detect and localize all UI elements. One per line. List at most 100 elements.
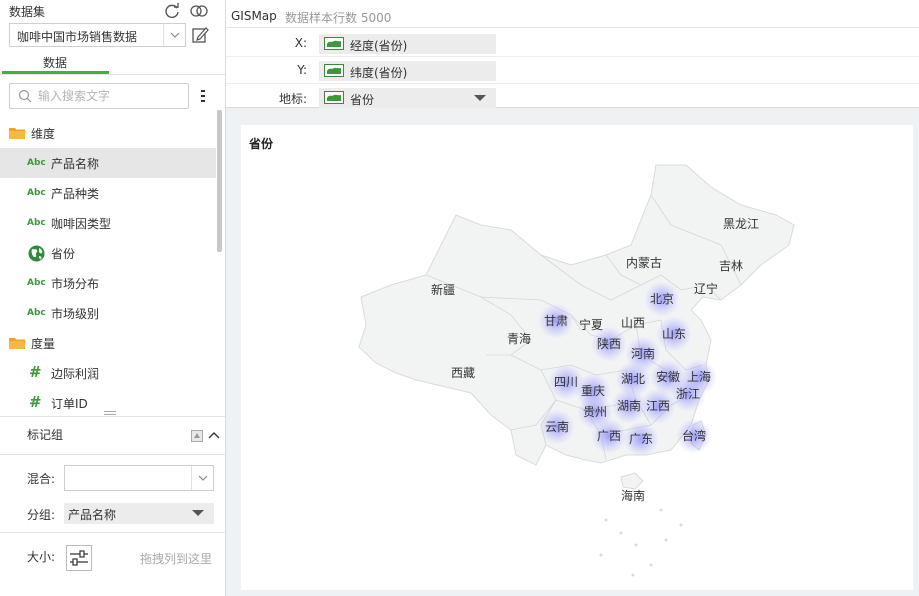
chart-config-bar: GISMap 数据样本行数 5000 X: 经度(省份) Y: 纬度(省份) 地… [226,0,919,108]
caret-down-icon [192,510,204,516]
province-label: 台湾 [682,428,706,443]
dataset-header: 数据集 [9,2,214,20]
number-type-icon: # [29,393,42,410]
divider [0,416,225,417]
field-list: 维度 Abc 产品名称 Abc 产品种类 Abc 咖啡因类型 省份 Abc 市场… [0,118,216,410]
province-label: 山西 [621,316,645,330]
province-label: 四川 [554,375,578,389]
size-label: 大小: [27,550,56,564]
group-by-select[interactable]: 产品名称 [64,503,214,524]
province-label: 江西 [646,399,670,413]
text-type-icon: Abc [27,218,46,228]
divider [0,532,225,533]
field-label: 产品名称 [51,157,100,171]
province-label: 辽宁 [694,281,718,296]
chevron-down-icon [198,475,208,481]
field-item[interactable]: 省份 [0,238,216,268]
size-button[interactable] [66,545,92,571]
group-dimensions[interactable]: 维度 [0,118,216,148]
province-label: 新疆 [431,282,455,297]
group-measures[interactable]: 度量 [0,328,216,358]
field-item[interactable]: Abc 市场分布 [0,268,216,298]
field-item[interactable]: Abc 产品名称 [0,148,216,178]
y-axis-value: 纬度(省份) [350,66,408,80]
province-label: 北京 [650,292,674,306]
divider [0,454,225,455]
marks-title: 标记组 [27,428,64,442]
map-title: 省份 [249,137,274,151]
globe-icon [28,245,45,262]
south-sea-islands [599,508,683,577]
province-label: 西藏 [451,366,475,380]
more-options-icon[interactable] [199,88,207,104]
divider [0,74,225,75]
map-card: 黑龙江 吉林 内蒙古 辽宁 新疆 北京 甘肃 宁夏 山西 山东 青海 陕西 河南 西藏 四川 湖北 安徽 上海 重庆… [241,125,913,590]
chart-panel: GISMap 数据样本行数 5000 X: 经度(省份) Y: 纬度(省份) 地… [226,0,919,596]
province-label: 广西 [597,429,621,443]
x-axis-pill[interactable]: 经度(省份) [319,34,496,54]
y-axis-row: Y: 纬度(省份) [226,56,919,83]
mix-label: 混合: [27,472,56,486]
province-label: 重庆 [581,384,605,398]
geo-row: 地标: 省份 [226,83,919,110]
province-label: 河南 [631,346,655,361]
chart-type-label: GISMap [231,9,277,23]
text-type-icon: Abc [27,158,46,168]
field-item[interactable]: Abc 产品种类 [0,178,216,208]
chevron-down-icon [170,32,180,38]
field-item[interactable]: # 订单ID [0,388,216,410]
province-label: 陕西 [597,336,621,351]
edit-dataset-icon[interactable] [191,26,209,44]
province-label: 甘肃 [544,314,568,328]
marks-settings-icon[interactable] [191,430,203,442]
group-label: 维度 [31,127,56,141]
search-input[interactable] [38,87,183,105]
divider [226,27,919,28]
search-icon [18,89,32,103]
china-map[interactable]: 黑龙江吉林 内蒙古辽宁 新疆北京甘肃 宁夏 山西山东 青海 陕西河南西藏四川 湖北 安徽 上海重庆… [241,125,913,590]
field-label: 订单ID [51,397,88,410]
geo-pill[interactable]: 省份 [319,88,496,108]
y-axis-label: Y: [297,63,307,77]
text-type-icon: Abc [27,188,46,198]
text-type-icon: Abc [27,278,46,288]
field-label: 市场级别 [51,307,100,321]
y-axis-pill[interactable]: 纬度(省份) [319,61,496,81]
folder-icon [9,338,26,349]
link-dataset-icon[interactable] [190,2,208,20]
province-label: 云南 [545,419,569,434]
chevron-up-icon[interactable] [208,430,220,442]
map-island-hainan [620,472,644,490]
resize-handle[interactable] [104,411,116,415]
text-type-icon: Abc [27,308,46,318]
map-type-icon [324,64,344,77]
geo-label: 地标: [278,92,307,106]
field-label: 边际利润 [51,367,100,381]
mix-select[interactable] [64,465,214,491]
field-item[interactable]: Abc 市场级别 [0,298,216,328]
scrollbar[interactable] [217,110,222,252]
sliders-icon [70,550,88,566]
field-label: 省份 [51,247,76,261]
group-by-value: 产品名称 [68,508,117,522]
dataset-select[interactable]: 咖啡中国市场销售数据 [9,23,186,47]
field-label: 市场分布 [51,277,100,291]
dataset-select-value: 咖啡中国市场销售数据 [17,30,138,44]
field-item[interactable]: # 边际利润 [0,358,216,388]
province-label: 宁夏 [579,317,603,332]
province-label: 广东 [629,432,653,446]
dataset-title: 数据集 [9,5,46,19]
x-axis-row: X: 经度(省份) [226,29,919,56]
mix-select-arrow[interactable] [191,466,213,490]
search-box[interactable] [9,83,189,109]
x-axis-value: 经度(省份) [350,39,408,53]
number-type-icon: # [29,363,42,381]
group-label: 度量 [31,337,56,351]
caret-down-icon[interactable] [474,95,486,101]
dataset-select-arrow[interactable] [163,24,185,46]
refresh-icon[interactable] [163,2,181,20]
province-label: 贵州 [583,405,607,419]
x-axis-label: X: [294,36,307,50]
field-item[interactable]: Abc 咖啡因类型 [0,208,216,238]
province-label: 湖北 [621,371,645,386]
